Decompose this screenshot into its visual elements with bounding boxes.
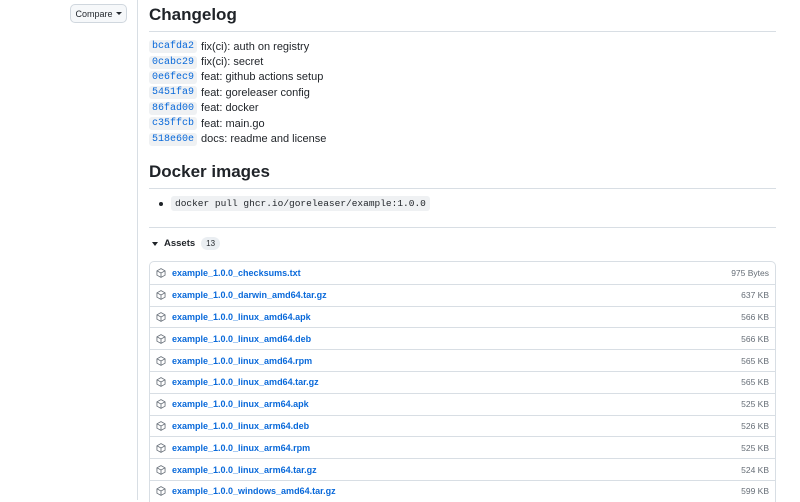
asset-row: example_1.0.0_linux_arm64.apk 525 KB bbox=[150, 392, 775, 415]
asset-size: 525 KB bbox=[741, 399, 769, 410]
asset-size: 566 KB bbox=[741, 333, 769, 344]
docker-pull-command: docker pull ghcr.io/goreleaser/example:1… bbox=[171, 196, 430, 211]
commit-sha-link[interactable]: 518e60e bbox=[149, 132, 198, 146]
asset-size: 566 KB bbox=[741, 311, 769, 322]
asset-link[interactable]: example_1.0.0_linux_arm64.tar.gz bbox=[172, 465, 741, 475]
docker-images-heading: Docker images bbox=[149, 162, 776, 189]
asset-row: example_1.0.0_darwin_amd64.tar.gz 637 KB bbox=[150, 283, 775, 306]
bullet-icon bbox=[159, 201, 163, 206]
commit-sha-link[interactable]: 0e6fec9 bbox=[149, 70, 198, 84]
asset-row: example_1.0.0_linux_amd64.deb 566 KB bbox=[150, 327, 775, 349]
commit-item: c35ffcb feat: main.go bbox=[149, 116, 326, 131]
asset-row: example_1.0.0_checksums.txt 975 Bytes bbox=[150, 262, 775, 284]
asset-link[interactable]: example_1.0.0_linux_amd64.tar.gz bbox=[172, 377, 741, 387]
compare-button[interactable]: Compare bbox=[70, 4, 127, 23]
caret-down-icon bbox=[115, 12, 122, 15]
commit-list: bcafda2 fix(ci): auth on registry 0cabc29 f… bbox=[149, 39, 326, 147]
package-icon bbox=[156, 355, 166, 366]
commit-message: fix(ci): auth on registry bbox=[201, 40, 310, 53]
commit-sha-link[interactable]: bcafda2 bbox=[149, 40, 198, 54]
commit-item: 518e60e docs: readme and license bbox=[149, 131, 326, 146]
asset-link[interactable]: example_1.0.0_checksums.txt bbox=[172, 268, 731, 278]
docker-command-item: docker pull ghcr.io/goreleaser/example:1… bbox=[159, 196, 430, 211]
commit-item: 86fad00 feat: docker bbox=[149, 101, 326, 116]
commit-sha-link[interactable]: c35ffcb bbox=[149, 117, 198, 131]
assets-label: Assets bbox=[164, 238, 196, 249]
commit-item: 0e6fec9 feat: github actions setup bbox=[149, 70, 326, 85]
asset-row: example_1.0.0_linux_arm64.rpm 525 KB bbox=[150, 436, 775, 458]
package-icon bbox=[156, 377, 166, 388]
package-icon bbox=[156, 464, 166, 475]
assets-toggle[interactable]: Assets 13 bbox=[152, 237, 221, 250]
package-icon bbox=[156, 486, 166, 497]
package-icon bbox=[156, 268, 166, 278]
asset-row: example_1.0.0_linux_amd64.rpm 565 KB bbox=[150, 349, 775, 371]
changelog-heading: Changelog bbox=[149, 5, 776, 32]
assets-list: example_1.0.0_checksums.txt 975 Bytes exam… bbox=[149, 261, 776, 502]
commit-sha-link[interactable]: 0cabc29 bbox=[149, 55, 198, 69]
asset-size: 637 KB bbox=[741, 290, 769, 301]
package-icon bbox=[156, 334, 166, 344]
commit-message: docs: readme and license bbox=[201, 133, 327, 146]
asset-row: example_1.0.0_linux_amd64.apk 566 KB bbox=[150, 305, 775, 328]
asset-link[interactable]: example_1.0.0_linux_amd64.apk bbox=[172, 312, 741, 322]
asset-row: example_1.0.0_linux_arm64.deb 526 KB bbox=[150, 414, 775, 437]
asset-link[interactable]: example_1.0.0_linux_arm64.rpm bbox=[172, 443, 741, 453]
commit-item: 0cabc29 fix(ci): secret bbox=[149, 54, 326, 69]
asset-size: 975 Bytes bbox=[731, 267, 769, 278]
commit-sha-link[interactable]: 5451fa9 bbox=[149, 86, 198, 100]
asset-size: 524 KB bbox=[741, 464, 769, 475]
asset-link[interactable]: example_1.0.0_linux_arm64.deb bbox=[172, 421, 741, 431]
package-icon bbox=[156, 290, 166, 300]
sidebar: Compare bbox=[0, 0, 138, 500]
asset-link[interactable]: example_1.0.0_linux_amd64.deb bbox=[172, 334, 741, 344]
asset-link[interactable]: example_1.0.0_windows_amd64.tar.gz bbox=[172, 486, 741, 496]
asset-row: example_1.0.0_linux_arm64.tar.gz 524 KB bbox=[150, 458, 775, 480]
commit-sha-link[interactable]: 86fad00 bbox=[149, 101, 198, 115]
asset-row: example_1.0.0_linux_amd64.tar.gz 565 KB bbox=[150, 370, 775, 393]
asset-size: 525 KB bbox=[741, 442, 769, 453]
package-icon bbox=[156, 421, 166, 431]
divider bbox=[149, 227, 776, 228]
asset-link[interactable]: example_1.0.0_darwin_amd64.tar.gz bbox=[172, 290, 741, 300]
triangle-down-icon bbox=[152, 241, 158, 246]
asset-size: 565 KB bbox=[741, 377, 769, 388]
compare-label: Compare bbox=[75, 8, 113, 19]
commit-message: feat: goreleaser config bbox=[201, 86, 310, 99]
package-icon bbox=[156, 399, 166, 409]
commit-item: bcafda2 fix(ci): auth on registry bbox=[149, 39, 326, 54]
asset-link[interactable]: example_1.0.0_linux_amd64.rpm bbox=[172, 356, 741, 366]
asset-size: 599 KB bbox=[741, 486, 769, 497]
commit-message: fix(ci): secret bbox=[201, 56, 264, 69]
assets-count: 13 bbox=[201, 237, 221, 250]
asset-row: example_1.0.0_windows_amd64.tar.gz 599 KB bbox=[150, 479, 775, 502]
package-icon bbox=[156, 442, 166, 453]
commit-item: 5451fa9 feat: goreleaser config bbox=[149, 85, 326, 100]
package-icon bbox=[156, 312, 166, 322]
commit-message: feat: github actions setup bbox=[201, 71, 324, 84]
asset-size: 565 KB bbox=[741, 355, 769, 366]
asset-link[interactable]: example_1.0.0_linux_arm64.apk bbox=[172, 399, 741, 409]
commit-message: feat: main.go bbox=[201, 117, 265, 130]
commit-message: feat: docker bbox=[201, 102, 259, 115]
asset-size: 526 KB bbox=[741, 420, 769, 431]
